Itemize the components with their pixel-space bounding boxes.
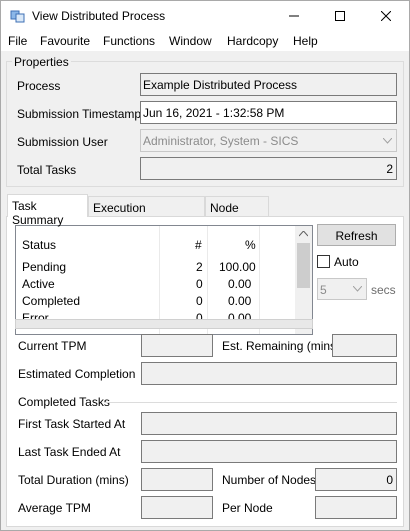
menu-bar: File Favourite Functions Window Hardcopy… <box>1 31 409 51</box>
estimated-completion-field[interactable] <box>141 362 397 385</box>
minimize-button[interactable] <box>271 1 317 31</box>
properties-group-label: Properties <box>12 55 71 69</box>
est-remaining-label: Est. Remaining (mins) <box>222 339 341 353</box>
number-of-nodes-field[interactable]: 0 <box>315 468 397 491</box>
table-row[interactable]: Pending 2 100.00 <box>16 258 294 275</box>
process-field[interactable]: Example Distributed Process <box>140 73 397 96</box>
scroll-up-icon[interactable] <box>299 231 308 237</box>
submission-user-label: Submission User <box>17 135 108 149</box>
completed-tasks-separator <box>104 402 397 403</box>
scrollbar-thumb[interactable] <box>297 243 310 288</box>
task-summary-panel: Status # % Pending 2 100.00 Active 0 0.0… <box>6 216 404 527</box>
submission-timestamp-label: Submission Timestamp <box>17 107 142 121</box>
column-percent[interactable]: % <box>245 236 256 253</box>
total-duration-label: Total Duration (mins) <box>18 473 129 487</box>
title-bar[interactable]: View Distributed Process <box>1 1 409 31</box>
menu-favourite[interactable]: Favourite <box>40 34 90 48</box>
estimated-completion-label: Estimated Completion <box>18 367 136 381</box>
tab-execution-breakdown[interactable]: Execution Breakdown <box>88 196 205 229</box>
average-tpm-label: Average TPM <box>18 501 91 515</box>
maximize-button[interactable] <box>317 1 363 31</box>
first-task-field[interactable] <box>141 412 397 435</box>
total-tasks-label: Total Tasks <box>17 163 77 177</box>
vertical-scrollbar[interactable] <box>295 226 312 334</box>
secs-label: secs <box>371 283 396 297</box>
close-button[interactable] <box>363 1 409 31</box>
row-count: 0 <box>196 294 203 308</box>
auto-label: Auto <box>334 255 359 269</box>
menu-hardcopy[interactable]: Hardcopy <box>227 34 278 48</box>
submission-user-select[interactable]: Administrator, System - SICS <box>140 129 397 152</box>
current-tpm-label: Current TPM <box>18 339 87 353</box>
table-row[interactable]: Completed 0 0.00 <box>16 292 294 309</box>
app-icon <box>10 10 25 23</box>
close-icon <box>381 11 391 21</box>
total-tasks-field[interactable]: 2 <box>140 157 397 180</box>
row-status: Completed <box>22 294 81 308</box>
minimize-icon <box>289 15 299 17</box>
row-status: Active <box>22 277 55 291</box>
menu-window[interactable]: Window <box>169 34 212 48</box>
submission-timestamp-field[interactable]: Jun 16, 2021 - 1:32:58 PM <box>140 101 397 124</box>
tab-node-stats[interactable]: Node Stats <box>205 196 269 229</box>
menu-file[interactable]: File <box>8 34 27 48</box>
main-window: View Distributed Process File Favourite … <box>0 0 410 531</box>
per-node-label: Per Node <box>222 501 273 515</box>
menu-functions[interactable]: Functions <box>103 34 155 48</box>
last-task-label: Last Task Ended At <box>18 445 121 459</box>
average-tpm-field[interactable] <box>141 496 213 519</box>
status-list-header: Status # % <box>16 236 294 253</box>
column-count[interactable]: # <box>195 236 202 253</box>
row-count: 2 <box>196 260 203 274</box>
submission-user-value: Administrator, System - SICS <box>143 134 299 148</box>
chevron-down-icon <box>383 138 392 144</box>
auto-checkbox[interactable] <box>317 255 330 268</box>
interval-select[interactable]: 5 <box>317 278 367 300</box>
column-status[interactable]: Status <box>22 236 56 253</box>
maximize-icon <box>335 11 345 21</box>
first-task-label: First Task Started At <box>18 417 126 431</box>
current-tpm-field[interactable] <box>141 334 213 357</box>
est-remaining-field[interactable] <box>332 334 397 357</box>
row-percent: 0.00 <box>228 277 252 291</box>
number-of-nodes-label: Number of Nodes <box>222 473 317 487</box>
per-node-field[interactable] <box>315 496 397 519</box>
chevron-down-icon <box>353 286 362 292</box>
window-title: View Distributed Process <box>32 9 166 23</box>
tab-task-summary[interactable]: Task Summary <box>7 194 88 227</box>
row-status: Pending <box>22 260 67 274</box>
process-label: Process <box>17 79 61 93</box>
row-percent: 0.00 <box>228 294 252 308</box>
total-duration-field[interactable] <box>141 468 213 491</box>
completed-tasks-label: Completed Tasks <box>18 395 110 409</box>
horizontal-scrollbar[interactable] <box>15 319 313 329</box>
row-percent: 100.00 <box>219 260 256 274</box>
table-row[interactable]: Active 0 0.00 <box>16 275 294 292</box>
row-count: 0 <box>196 277 203 291</box>
interval-value: 5 <box>320 283 327 297</box>
last-task-field[interactable] <box>141 440 397 463</box>
refresh-button[interactable]: Refresh <box>317 224 396 246</box>
menu-help[interactable]: Help <box>293 34 318 48</box>
